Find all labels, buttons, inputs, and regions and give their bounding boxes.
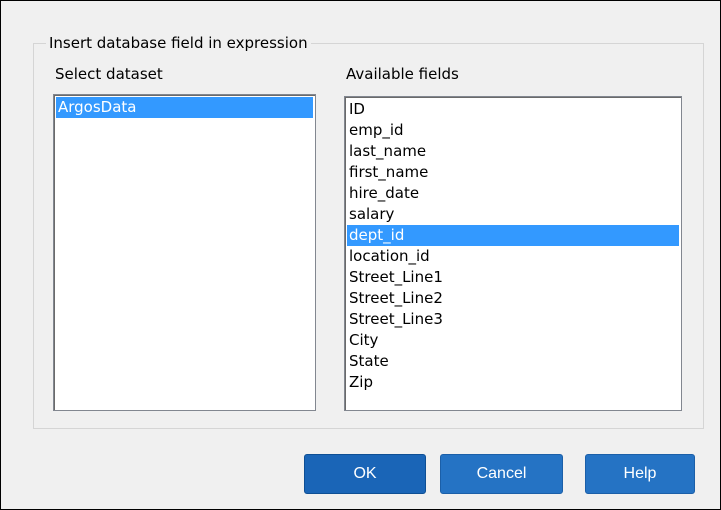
- field-item-city[interactable]: City: [347, 330, 679, 351]
- cancel-button[interactable]: Cancel: [440, 454, 563, 494]
- field-item-last-name[interactable]: last_name: [347, 141, 679, 162]
- fields-listbox[interactable]: ID emp_id last_name first_name hire_date…: [344, 96, 682, 411]
- field-item-street-line3[interactable]: Street_Line3: [347, 309, 679, 330]
- field-item-street-line2[interactable]: Street_Line2: [347, 288, 679, 309]
- field-item-salary[interactable]: salary: [347, 204, 679, 225]
- field-item-hire-date[interactable]: hire_date: [347, 183, 679, 204]
- ok-button[interactable]: OK: [304, 454, 426, 494]
- field-item-emp-id[interactable]: emp_id: [347, 120, 679, 141]
- dataset-listbox[interactable]: ArgosData: [53, 94, 316, 411]
- dataset-item-argosdata[interactable]: ArgosData: [56, 97, 313, 118]
- help-button[interactable]: Help: [585, 454, 695, 494]
- field-item-street-line1[interactable]: Street_Line1: [347, 267, 679, 288]
- field-item-first-name[interactable]: first_name: [347, 162, 679, 183]
- field-item-dept-id[interactable]: dept_id: [347, 225, 679, 246]
- field-item-state[interactable]: State: [347, 351, 679, 372]
- fields-list-label: Available fields: [346, 65, 459, 83]
- insert-field-dialog: Insert database field in expression Sele…: [0, 0, 721, 510]
- dataset-list-label: Select dataset: [55, 65, 163, 83]
- field-item-zip[interactable]: Zip: [347, 372, 679, 393]
- field-item-location-id[interactable]: location_id: [347, 246, 679, 267]
- field-item-id[interactable]: ID: [347, 99, 679, 120]
- group-title: Insert database field in expression: [46, 34, 311, 52]
